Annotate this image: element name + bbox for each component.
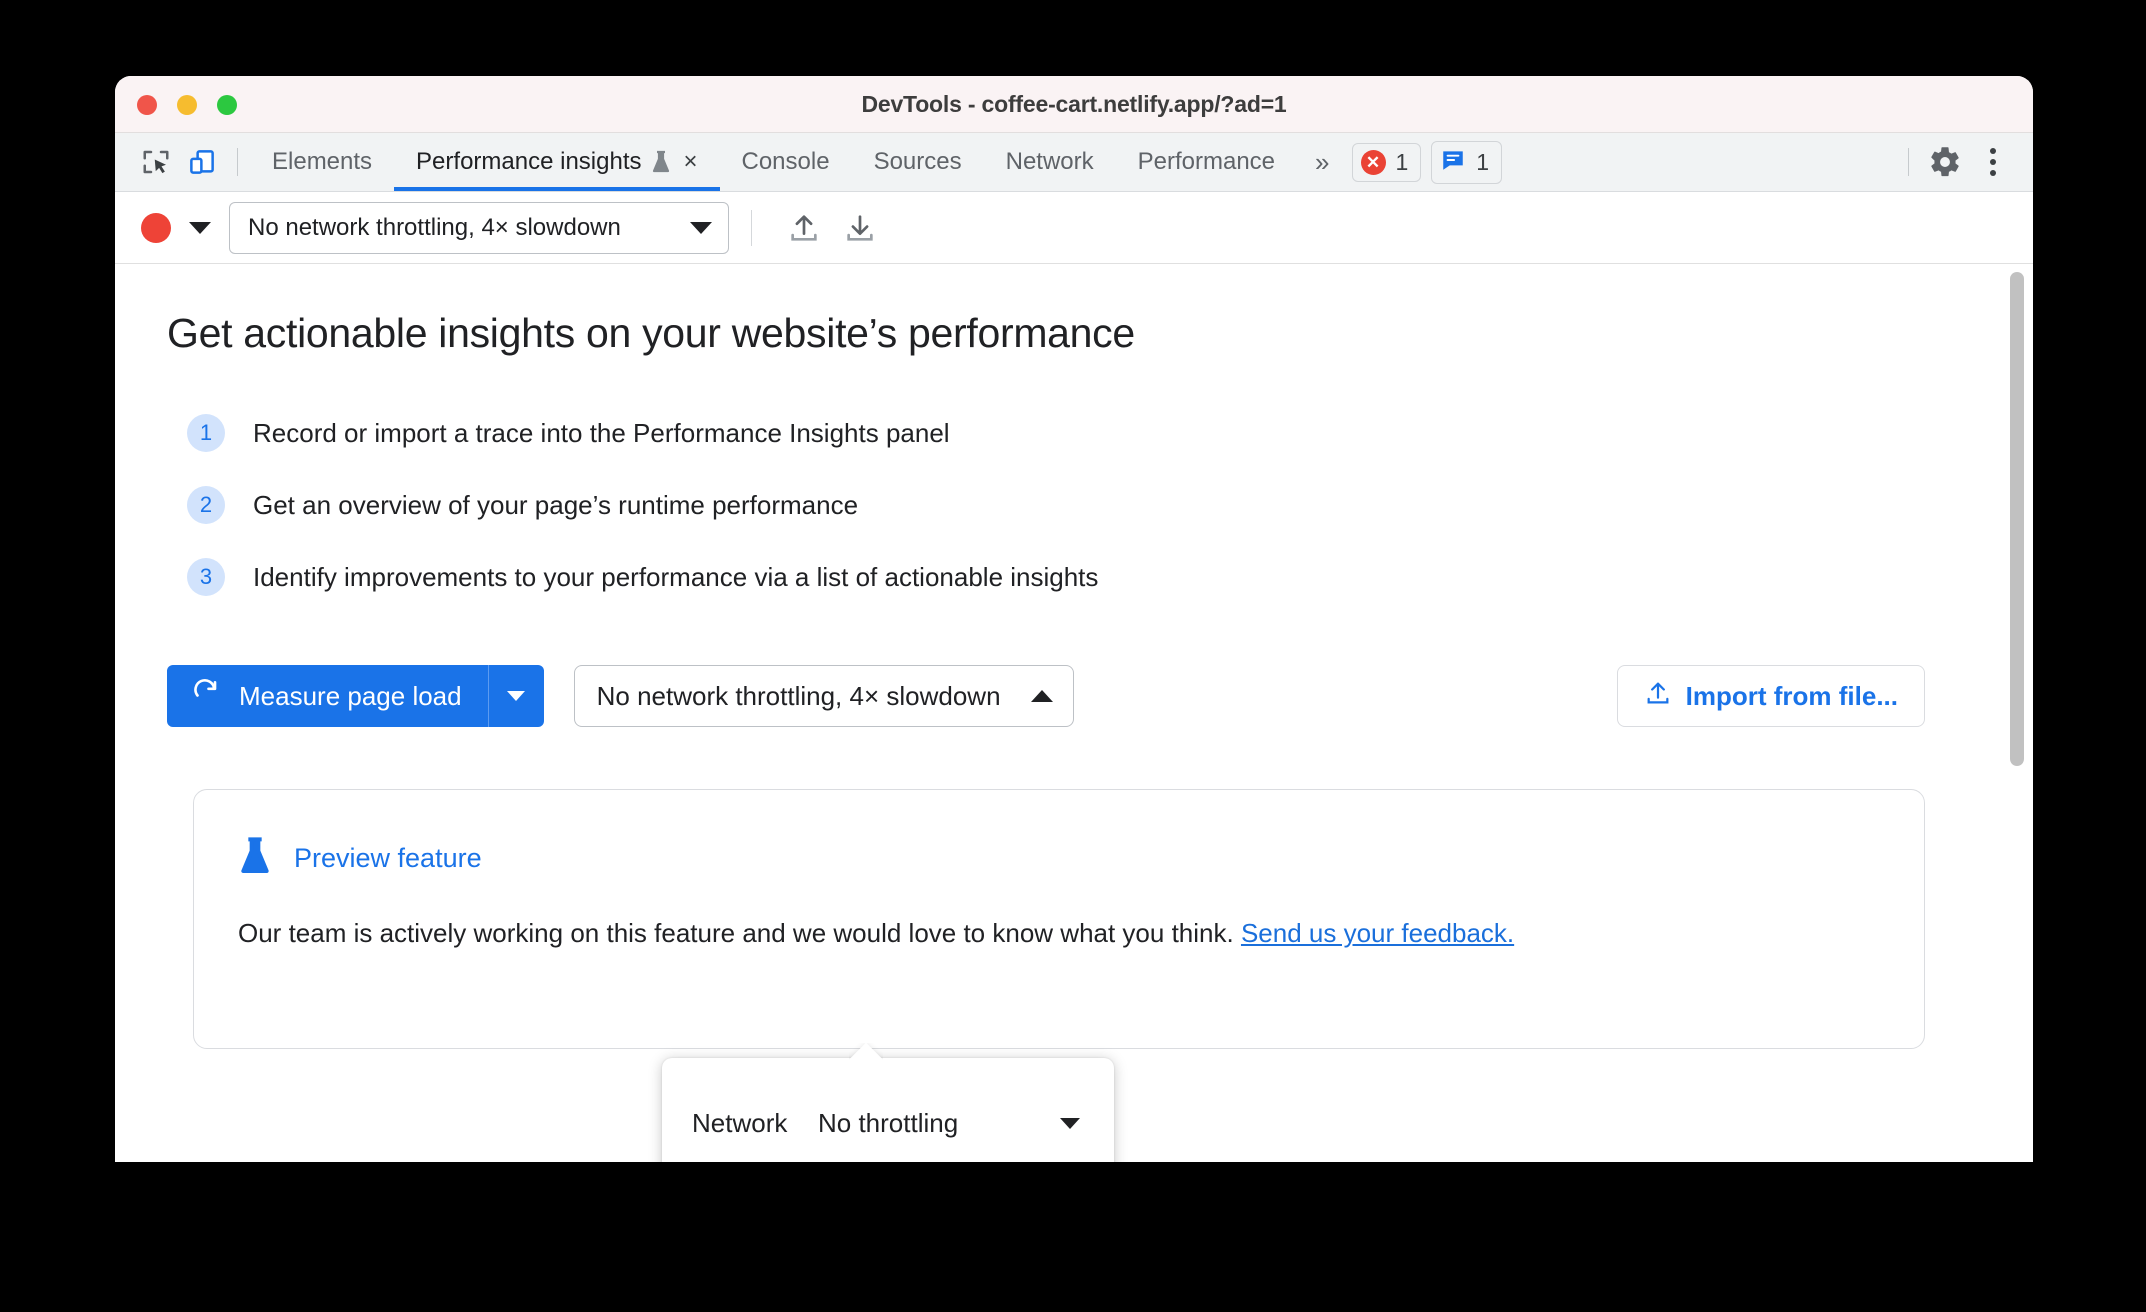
import-from-file-button[interactable]: Import from file... [1616, 665, 1925, 727]
measure-page-load-button[interactable]: Measure page load [167, 665, 488, 727]
tab-sources[interactable]: Sources [852, 133, 984, 191]
list-item: 1 Record or import a trace into the Perf… [187, 397, 2033, 469]
close-tab-icon[interactable]: × [683, 150, 697, 174]
message-count-badge[interactable]: 1 [1431, 140, 1503, 184]
content-scrollbar[interactable] [2006, 264, 2028, 1162]
preview-feature-text: Our team is actively working on this fea… [238, 918, 1241, 948]
error-count-badge[interactable]: ✕ 1 [1351, 142, 1422, 182]
overflow-menu-icon[interactable] [1969, 138, 2017, 186]
tab-label: Network [1005, 148, 1094, 175]
window-title: DevTools - coffee-cart.netlify.app/?ad=1 [861, 90, 1287, 117]
screen: DevTools - coffee-cart.netlify.app/?ad=1 [0, 0, 2146, 1312]
step-text: Identify improvements to your performanc… [253, 561, 1099, 592]
throttling-select[interactable]: No network throttling, 4× slowdown [573, 665, 1074, 727]
error-count: 1 [1395, 148, 1409, 175]
message-count: 1 [1476, 148, 1490, 175]
step-text: Record or import a trace into the Perfor… [253, 417, 950, 448]
flask-icon [238, 836, 272, 881]
flask-icon [651, 150, 671, 174]
preview-feature-card: Preview feature Our team is actively wor… [193, 789, 1925, 1049]
feedback-link[interactable]: Send us your feedback. [1241, 918, 1514, 948]
inspect-element-icon[interactable] [133, 139, 179, 185]
message-icon [1440, 147, 1466, 178]
upload-icon [1644, 679, 1672, 714]
throttling-value: No network throttling, 4× slowdown [596, 680, 1001, 711]
page-title: Get actionable insights on your website’… [167, 310, 1135, 356]
toolbar-divider [751, 209, 752, 246]
panel-tabs: Elements Performance insights × Console … [250, 133, 1297, 191]
chevron-down-icon[interactable] [1060, 1117, 1080, 1129]
tab-network[interactable]: Network [984, 133, 1116, 191]
window-titlebar: DevTools - coffee-cart.netlify.app/?ad=1 [115, 76, 2033, 133]
network-throttling-row[interactable]: Network No throttling [662, 1086, 1114, 1160]
import-from-file-label: Import from file... [1685, 680, 1898, 711]
refresh-icon [191, 678, 221, 715]
tab-label: Performance [1137, 148, 1276, 175]
preview-feature-title: Preview feature [294, 843, 482, 873]
save-profile-button[interactable] [832, 202, 888, 254]
step-number: 2 [187, 486, 225, 524]
measure-page-load-label: Measure page load [239, 680, 462, 711]
chevron-up-icon [1030, 690, 1053, 702]
preview-feature-body: Our team is actively working on this fea… [238, 915, 1738, 952]
network-value: No throttling [818, 1107, 959, 1138]
record-button[interactable] [141, 212, 171, 243]
network-label: Network [692, 1107, 788, 1138]
status-badges: ✕ 1 1 [1351, 140, 1503, 184]
kebab-dots [1990, 148, 1996, 176]
preview-feature-header: Preview feature [238, 836, 1880, 881]
tab-label: Sources [873, 148, 962, 175]
tab-console[interactable]: Console [720, 133, 852, 191]
tabbar-right-controls [1896, 138, 2033, 186]
chevron-down-icon [189, 221, 211, 234]
toolbar-divider [237, 148, 238, 176]
cpu-throttling-row[interactable]: CPU 4× slowdown [662, 1160, 1114, 1162]
tab-performance-insights[interactable]: Performance insights × [394, 133, 720, 191]
measure-options-dropdown[interactable] [487, 665, 544, 727]
devtools-tabbar: Elements Performance insights × Console … [115, 133, 2033, 192]
toolbar-throttling-value: No network throttling, 4× slowdown [248, 213, 621, 241]
popup-arrow [849, 1043, 883, 1060]
onboarding-steps: 1 Record or import a trace into the Perf… [187, 397, 2033, 613]
toolbar-throttling-select[interactable]: No network throttling, 4× slowdown [229, 201, 729, 254]
landing-inner: Get actionable insights on your website’… [115, 264, 2033, 1049]
tab-elements[interactable]: Elements [250, 133, 394, 191]
chevron-down-icon [507, 691, 526, 701]
performance-panel-toolbar: No network throttling, 4× slowdown [115, 192, 2033, 264]
record-options-dropdown[interactable] [171, 212, 229, 244]
step-text: Get an overview of your page’s runtime p… [253, 489, 859, 520]
gear-icon[interactable] [1921, 138, 1969, 186]
device-toolbar-icon[interactable] [179, 139, 225, 185]
more-tabs-icon[interactable]: » [1297, 147, 1347, 178]
tab-label: Elements [272, 148, 373, 175]
traffic-light-controls [137, 95, 237, 115]
devtools-window: DevTools - coffee-cart.netlify.app/?ad=1 [115, 76, 2033, 1162]
landing-page: Get actionable insights on your website’… [115, 264, 2033, 1162]
load-profile-button[interactable] [776, 202, 832, 254]
landing-actions: Measure page load No network throttling,… [167, 665, 2033, 727]
tab-label: Performance insights [416, 148, 642, 175]
list-item: 3 Identify improvements to your performa… [187, 541, 2033, 613]
step-number: 3 [187, 558, 225, 596]
error-icon: ✕ [1360, 149, 1386, 175]
tab-label: Console [741, 148, 830, 175]
toolbar-divider-right [1908, 148, 1909, 176]
list-item: 2 Get an overview of your page’s runtime… [187, 469, 2033, 541]
close-window-button[interactable] [137, 95, 157, 115]
tab-performance[interactable]: Performance [1116, 133, 1297, 191]
throttling-settings-popup: Network No throttling CPU 4× slowdown [662, 1043, 1114, 1162]
zoom-window-button[interactable] [217, 95, 237, 115]
scrollbar-thumb[interactable] [2010, 272, 2024, 766]
step-number: 1 [187, 414, 225, 452]
minimize-window-button[interactable] [177, 95, 197, 115]
chevron-down-icon [690, 221, 712, 234]
